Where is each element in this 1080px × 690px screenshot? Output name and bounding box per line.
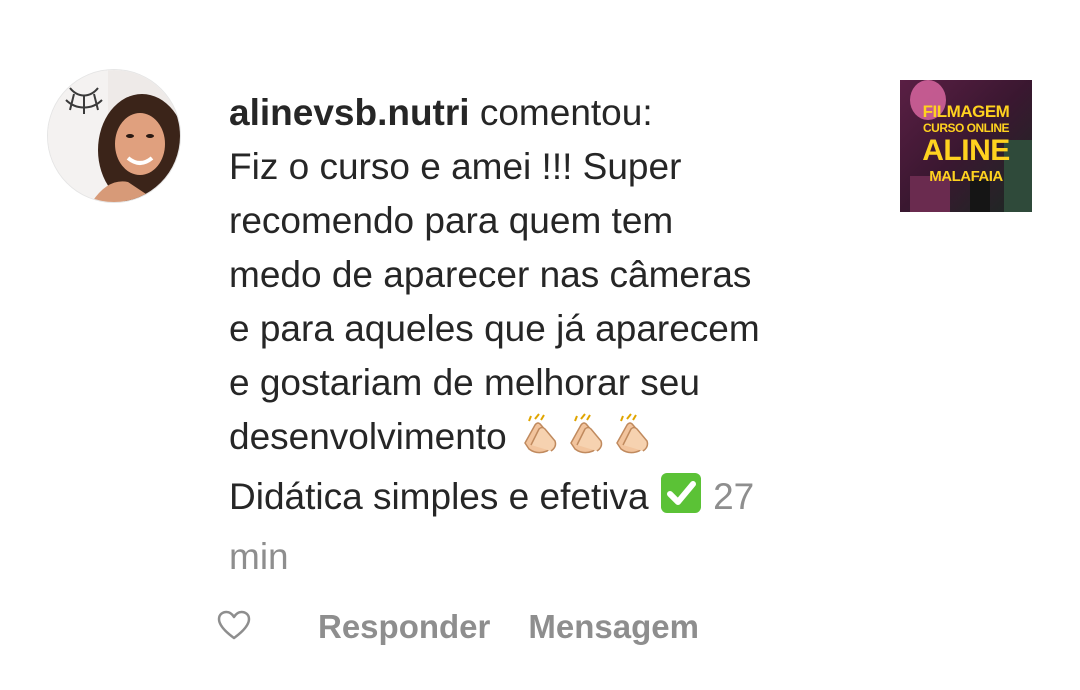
clapping-hands-icon (517, 413, 563, 470)
comment-verb: comentou: (479, 92, 653, 133)
comment-timestamp-value: 27 (713, 476, 755, 517)
clapping-hands-icon (563, 413, 609, 470)
message-button[interactable]: Mensagem (528, 608, 699, 646)
comment-timestamp-unit: min (229, 536, 289, 577)
comment-line: desenvolvimento (229, 416, 507, 457)
thumbnail-title: FILMAGEM (922, 102, 1010, 121)
comment-line: Didática simples e efetiva (229, 476, 649, 517)
comment-line: e para aqueles que já aparecem (229, 308, 760, 349)
heart-outline-icon (217, 610, 251, 645)
post-thumbnail[interactable]: FILMAGEM CURSO ONLINE ALINE MALAFAIA (900, 80, 1032, 212)
avatar[interactable] (48, 70, 180, 202)
thumbnail-surname: MALAFAIA (929, 168, 1003, 185)
reply-button[interactable]: Responder (318, 608, 490, 646)
like-button[interactable] (214, 607, 254, 647)
comment-header: alinevsb.nutri comentou: (229, 86, 849, 140)
clapping-hands-icon (609, 413, 655, 470)
check-mark-icon (659, 471, 703, 530)
comment-line-with-check: Didática simples e efetiva 27 (229, 470, 849, 530)
comment-actions: Responder Mensagem (214, 602, 699, 652)
comment-text: alinevsb.nutri comentou: Fiz o curso e a… (229, 86, 849, 584)
profile-photo (48, 70, 180, 202)
comment-username[interactable]: alinevsb.nutri (229, 92, 470, 133)
comment-line: recomendo para quem tem (229, 200, 674, 241)
comment-line-with-emoji: desenvolvimento (229, 410, 849, 470)
thumbnail-name: ALINE (922, 134, 1010, 167)
comment-line: e gostariam de melhorar seu (229, 362, 700, 403)
comment-line: medo de aparecer nas câmeras (229, 254, 752, 295)
thumbnail-subtitle: CURSO ONLINE (922, 121, 1010, 135)
comment-line: Fiz o curso e amei !!! Super (229, 146, 682, 187)
